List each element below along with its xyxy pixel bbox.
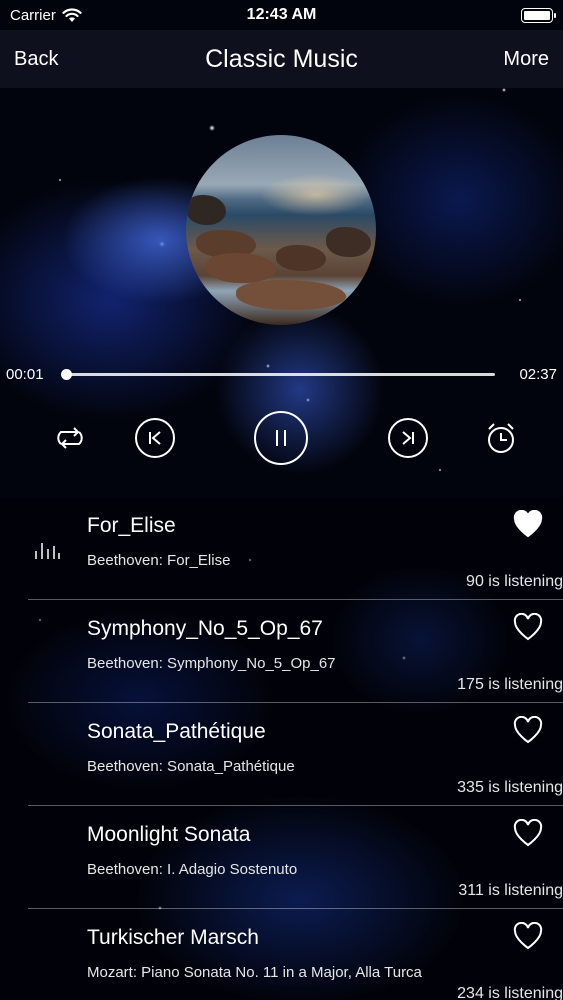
previous-button[interactable] xyxy=(135,418,175,458)
song-subtitle: Beethoven: Symphony_No_5_Op_67 xyxy=(87,655,336,672)
next-icon xyxy=(402,431,414,445)
song-row[interactable]: Moonlight Sonata Beethoven: I. Adagio So… xyxy=(28,806,563,909)
song-subtitle: Beethoven: I. Adagio Sostenuto xyxy=(87,861,298,878)
album-artwork xyxy=(186,135,376,325)
song-row[interactable]: Turkischer Marsch Mozart: Piano Sonata N… xyxy=(28,909,563,1000)
repeat-button[interactable] xyxy=(50,420,90,456)
battery-icon xyxy=(521,7,556,23)
repeat-icon xyxy=(57,427,83,449)
song-row[interactable]: Sonata_Pathétique Beethoven: Sonata_Path… xyxy=(28,703,563,806)
progress-slider[interactable] xyxy=(61,368,495,380)
song-title: Sonata_Pathétique xyxy=(87,720,266,743)
song-subtitle: Beethoven: For_Elise xyxy=(87,552,231,569)
progress-thumb[interactable] xyxy=(61,368,72,380)
song-row[interactable]: For_Elise Beethoven: For_Elise 90 is lis… xyxy=(28,497,563,600)
heart-icon[interactable] xyxy=(513,716,543,744)
heart-icon[interactable] xyxy=(513,613,543,641)
song-title: Moonlight Sonata xyxy=(87,823,251,846)
heart-icon[interactable] xyxy=(513,510,543,538)
song-title: Turkischer Marsch xyxy=(87,926,259,949)
listener-count: 175 is listening xyxy=(457,676,563,693)
battery-level xyxy=(524,10,550,20)
song-title: Symphony_No_5_Op_67 xyxy=(87,617,323,640)
now-playing-equalizer-icon xyxy=(35,543,60,559)
playback-progress: 00:01 02:37 xyxy=(0,360,563,388)
song-row[interactable]: Symphony_No_5_Op_67 Beethoven: Symphony_… xyxy=(28,600,563,703)
status-time: 12:43 AM xyxy=(246,6,317,23)
status-bar: Carrier 12:43 AM xyxy=(0,0,563,30)
listener-count: 90 is listening xyxy=(466,573,563,590)
listener-count: 234 is listening xyxy=(457,985,563,1000)
elapsed-time: 00:01 xyxy=(6,365,44,383)
more-button[interactable]: More xyxy=(429,48,549,71)
carrier-label: Carrier xyxy=(10,6,56,24)
next-button[interactable] xyxy=(388,418,428,458)
page-title: Classic Music xyxy=(205,44,358,73)
navigation-bar: Back Classic Music More xyxy=(0,30,563,88)
song-list: For_Elise Beethoven: For_Elise 90 is lis… xyxy=(0,497,563,1000)
heart-icon[interactable] xyxy=(513,922,543,950)
song-subtitle: Beethoven: Sonata_Pathétique xyxy=(87,758,295,775)
previous-icon xyxy=(149,431,161,445)
back-button[interactable]: Back xyxy=(14,48,134,71)
song-subtitle: Mozart: Piano Sonata No. 11 in a Major, … xyxy=(87,964,422,981)
pause-button[interactable] xyxy=(254,411,308,465)
sleep-timer-button[interactable] xyxy=(481,418,521,458)
heart-icon[interactable] xyxy=(513,819,543,847)
listener-count: 311 is listening xyxy=(458,882,563,899)
alarm-clock-icon xyxy=(488,423,514,453)
wifi-icon xyxy=(62,7,82,22)
song-title: For_Elise xyxy=(87,514,176,537)
playback-controls xyxy=(0,410,563,466)
total-duration: 02:37 xyxy=(519,365,557,383)
pause-icon xyxy=(276,430,286,446)
listener-count: 335 is listening xyxy=(457,779,563,796)
